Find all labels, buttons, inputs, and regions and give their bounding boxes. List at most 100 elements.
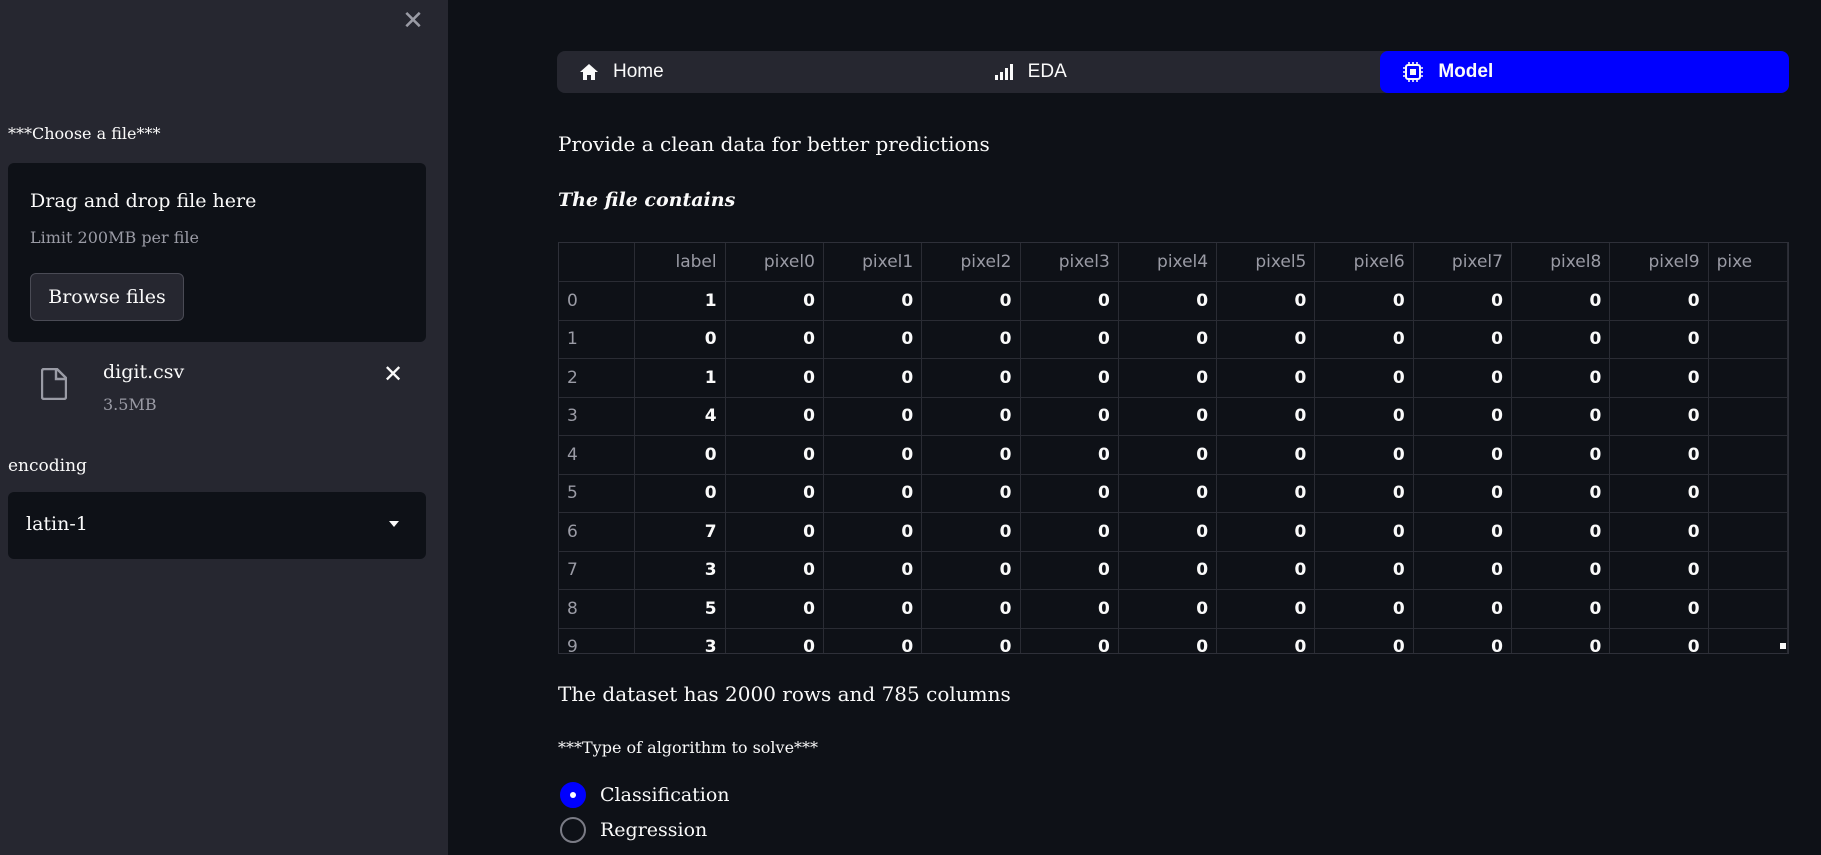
table-cell[interactable]: 7 [634,512,726,552]
table-cell[interactable]: 0 [1216,628,1316,653]
table-cell[interactable]: 0 [823,358,923,398]
table-cell[interactable]: 0 [725,628,824,653]
table-cell[interactable] [1708,397,1788,436]
table-cell[interactable]: 0 [1511,358,1611,398]
table-cell[interactable]: 0 [1413,589,1512,629]
table-cell[interactable]: 3 [634,551,726,590]
table-cell[interactable]: 0 [823,551,923,590]
table-cell[interactable]: 0 [823,281,923,321]
table-cell[interactable]: 0 [1314,435,1414,475]
file-dropzone[interactable]: Drag and drop file here Limit 200MB per … [8,163,426,342]
table-cell[interactable]: 0 [921,551,1021,590]
table-cell[interactable] [1708,628,1788,653]
table-cell[interactable]: 0 [1216,320,1316,359]
table-cell[interactable]: 0 [1216,358,1316,398]
table-cell[interactable]: 0 [1118,512,1218,552]
table-cell[interactable]: 0 [1511,320,1611,359]
table-header[interactable]: pixel8 [1511,243,1611,282]
table-cell[interactable]: 0 [921,628,1021,653]
table-header[interactable]: pixel2 [921,243,1021,282]
table-cell[interactable] [1708,512,1788,552]
table-cell[interactable]: 0 [1413,281,1512,321]
table-cell[interactable]: 0 [1609,628,1709,653]
table-cell[interactable]: 0 [725,281,824,321]
table-cell[interactable]: 0 [725,320,824,359]
table-cell[interactable] [1708,474,1788,513]
table-cell[interactable]: 0 [1609,589,1709,629]
table-cell[interactable]: 0 [1511,281,1611,321]
table-cell[interactable]: 0 [921,281,1021,321]
table-cell[interactable]: 0 [1020,628,1119,653]
table-cell[interactable]: 0 [1314,474,1414,513]
table-header[interactable]: label [634,243,726,282]
table-cell[interactable]: 0 [1216,397,1316,436]
table-cell[interactable]: 0 [634,320,726,359]
table-cell[interactable]: 0 [1511,551,1611,590]
table-cell[interactable]: 0 [823,474,923,513]
table-header[interactable]: pixel0 [725,243,824,282]
table-cell[interactable]: 0 [921,435,1021,475]
radio-unchecked-icon[interactable] [560,816,586,843]
table-cell[interactable]: 0 [1020,551,1119,590]
nav-item-home[interactable]: Home [557,51,966,93]
table-cell[interactable]: 0 [1020,435,1119,475]
table-cell[interactable]: 0 [1511,589,1611,629]
table-cell[interactable]: 0 [1216,435,1316,475]
table-header[interactable]: pixel3 [1020,243,1119,282]
table-cell[interactable]: 0 [1118,281,1218,321]
table-cell[interactable]: 0 [1314,320,1414,359]
table-cell[interactable]: 0 [1413,358,1512,398]
table-cell[interactable]: 0 [921,474,1021,513]
table-cell[interactable]: 0 [1216,474,1316,513]
table-header[interactable]: pixel1 [823,243,923,282]
nav-item-model[interactable]: Model [1380,51,1789,93]
table-cell[interactable]: 0 [1413,474,1512,513]
table-cell[interactable]: 0 [1118,320,1218,359]
table-cell[interactable]: 0 [725,474,824,513]
table-cell[interactable]: 0 [921,397,1021,436]
table-cell[interactable]: 0 [823,589,923,629]
table-cell[interactable]: 0 [725,512,824,552]
table-cell[interactable]: 0 [1118,358,1218,398]
table-cell[interactable]: 0 [1511,474,1611,513]
table-cell[interactable]: 0 [1216,551,1316,590]
table-cell[interactable]: 0 [1511,435,1611,475]
table-cell[interactable]: 0 [1609,512,1709,552]
table-cell[interactable]: 0 [1609,281,1709,321]
browse-files-button[interactable]: Browse files [30,273,184,321]
table-cell[interactable]: 0 [1314,512,1414,552]
table-cell[interactable]: 0 [1118,474,1218,513]
table-cell[interactable] [1708,435,1788,475]
table-header[interactable]: pixel6 [1314,243,1414,282]
table-cell[interactable]: 0 [1020,358,1119,398]
table-cell[interactable]: 0 [1413,512,1512,552]
table-cell[interactable]: 0 [1020,474,1119,513]
table-cell[interactable]: 0 [921,512,1021,552]
table-cell[interactable]: 0 [1216,281,1316,321]
table-cell[interactable]: 0 [634,474,726,513]
table-cell[interactable]: 0 [1314,551,1414,590]
table-cell[interactable]: 0 [1020,281,1119,321]
table-cell[interactable]: 0 [1118,397,1218,436]
table-cell[interactable]: 0 [1314,358,1414,398]
table-cell[interactable]: 0 [1609,435,1709,475]
table-cell[interactable]: 0 [1609,551,1709,590]
table-cell[interactable]: 0 [1020,397,1119,436]
table-cell[interactable]: 5 [634,589,726,629]
table-cell[interactable]: 0 [1413,435,1512,475]
table-cell[interactable] [1708,358,1788,398]
table-cell[interactable]: 0 [823,397,923,436]
table-cell[interactable]: 0 [725,397,824,436]
table-cell[interactable] [1708,551,1788,590]
remove-file-button[interactable]: ✕ [378,359,408,389]
table-cell[interactable]: 0 [1511,397,1611,436]
table-cell[interactable]: 1 [634,358,726,398]
table-cell[interactable]: 0 [1020,589,1119,629]
table-cell[interactable]: 1 [634,281,726,321]
table-cell[interactable]: 0 [1216,512,1316,552]
nav-item-eda[interactable]: EDA [966,51,1381,93]
table-cell[interactable] [1708,589,1788,629]
table-cell[interactable]: 0 [634,435,726,475]
table-cell[interactable]: 0 [1118,551,1218,590]
table-cell[interactable]: 0 [1511,512,1611,552]
